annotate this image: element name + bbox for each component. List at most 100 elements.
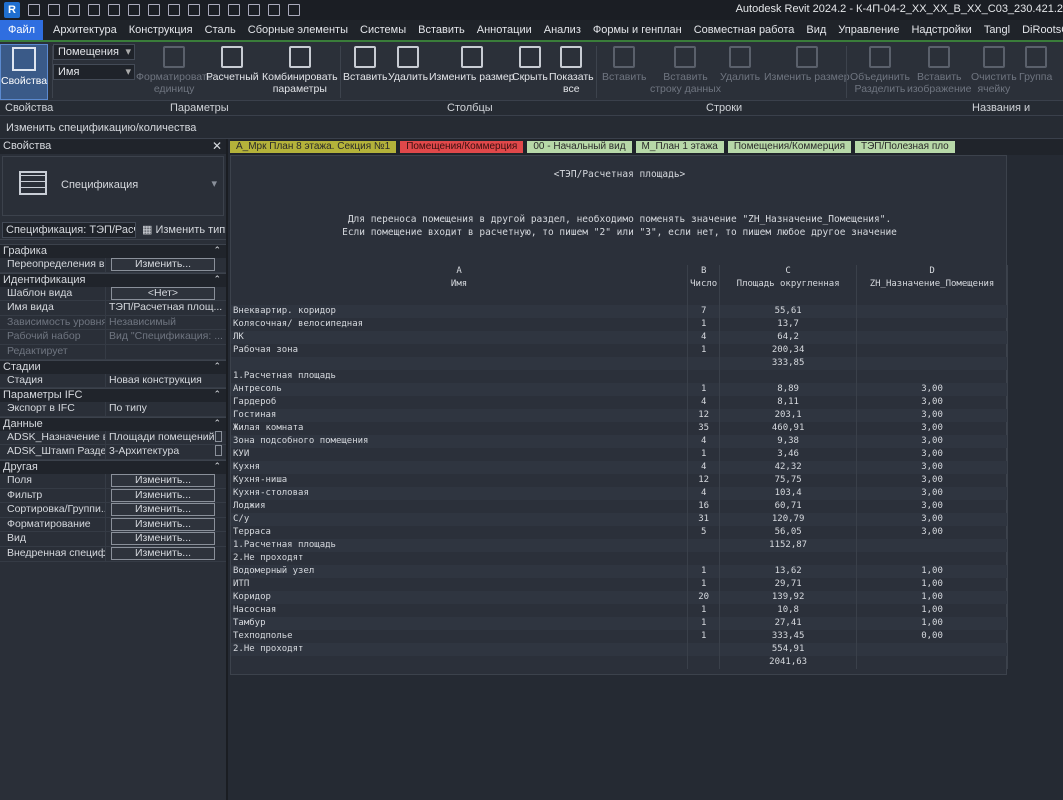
column-letter[interactable]: A xyxy=(231,265,689,278)
thin-lines-icon[interactable] xyxy=(268,4,280,16)
property-category[interactable]: Графика ⌃ xyxy=(0,244,226,258)
ribbon-button-7[interactable]: Показать все xyxy=(549,44,594,95)
table-cell[interactable] xyxy=(856,539,1008,552)
table-cell[interactable] xyxy=(687,357,721,370)
open-folder-icon[interactable] xyxy=(48,4,60,16)
property-category[interactable]: Данные ⌃ xyxy=(0,416,226,431)
schedule-note-2[interactable]: Если помещение входит в расчетную, то пи… xyxy=(231,227,1008,238)
tab-0[interactable]: Файл xyxy=(0,20,44,40)
table-cell[interactable]: С/у xyxy=(231,513,689,526)
switch-windows-icon[interactable] xyxy=(288,4,300,16)
table-cell[interactable]: Антресоль xyxy=(231,383,689,396)
view-tab[interactable]: М_План 1 этажа xyxy=(635,141,724,153)
view-tab[interactable]: A_Мрк План 8 этажа. Секция №1 xyxy=(230,141,397,153)
table-cell[interactable]: Водомерный узел xyxy=(231,565,689,578)
table-cell[interactable] xyxy=(719,552,858,565)
table-cell[interactable]: ИТП xyxy=(231,578,689,591)
redo-icon[interactable] xyxy=(128,4,140,16)
table-cell[interactable]: Терраса xyxy=(231,526,689,539)
view-tab[interactable]: Помещения/Коммерция xyxy=(727,141,851,153)
table-cell[interactable] xyxy=(687,539,721,552)
instance-dropdown[interactable]: Спецификация: ТЭП/Расче xyxy=(2,222,136,238)
table-cell[interactable]: 139,92 xyxy=(719,591,858,604)
table-cell[interactable]: 3,00 xyxy=(856,435,1008,448)
home-3d-icon[interactable] xyxy=(228,4,240,16)
property-value[interactable]: Изменить... xyxy=(105,488,226,503)
property-value[interactable]: По типу xyxy=(105,402,226,416)
table-cell[interactable]: 31 xyxy=(687,513,721,526)
column-letter[interactable]: D xyxy=(856,265,1008,278)
table-cell[interactable]: Рабочая зона xyxy=(231,344,689,357)
table-cell[interactable] xyxy=(687,656,721,669)
schedule-title[interactable]: <ТЭП/Расчетная площадь> xyxy=(231,169,1008,180)
table-cell[interactable]: 333,45 xyxy=(719,630,858,643)
tab-3[interactable]: Сталь xyxy=(199,20,242,40)
table-cell[interactable]: 460,91 xyxy=(719,422,858,435)
table-cell[interactable]: 3,00 xyxy=(856,409,1008,422)
tab-12[interactable]: Управление xyxy=(832,20,905,40)
undo-icon[interactable] xyxy=(108,4,120,16)
table-cell[interactable]: 5 xyxy=(687,526,721,539)
table-cell[interactable]: 3,00 xyxy=(856,461,1008,474)
property-value[interactable]: Изменить... xyxy=(105,532,226,546)
tab-4[interactable]: Сборные элементы xyxy=(242,20,354,40)
table-cell[interactable]: 103,4 xyxy=(719,487,858,500)
table-cell[interactable]: Лоджия xyxy=(231,500,689,513)
close-icon[interactable]: ✕ xyxy=(212,139,222,153)
edit-button[interactable]: Изменить... xyxy=(111,503,215,517)
print-icon[interactable] xyxy=(148,4,160,16)
table-cell[interactable]: Колясочная/ велосипедная xyxy=(231,318,689,331)
table-cell[interactable]: 1 xyxy=(687,344,721,357)
table-cell[interactable] xyxy=(687,370,721,383)
table-cell[interactable]: 120,79 xyxy=(719,513,858,526)
column-header[interactable]: Площадь округленная xyxy=(719,278,858,291)
edit-button[interactable]: Изменить... xyxy=(111,473,215,487)
dimension-icon[interactable] xyxy=(188,4,200,16)
table-cell[interactable]: 29,71 xyxy=(719,578,858,591)
browse-icon[interactable] xyxy=(215,430,222,442)
type-selector[interactable]: Спецификация ▾ xyxy=(2,156,224,216)
table-cell[interactable]: 2.Не проходят xyxy=(231,552,689,565)
open-icon[interactable] xyxy=(28,4,40,16)
table-cell[interactable]: Гардероб xyxy=(231,396,689,409)
table-cell[interactable] xyxy=(856,318,1008,331)
table-cell[interactable]: 3,00 xyxy=(856,448,1008,461)
property-value[interactable]: Изменить... xyxy=(105,473,226,488)
table-cell[interactable]: 554,91 xyxy=(719,643,858,656)
property-value[interactable]: Площади помещений xyxy=(105,430,226,445)
table-cell[interactable] xyxy=(687,643,721,656)
tab-8[interactable]: Анализ xyxy=(538,20,587,40)
table-cell[interactable]: 4 xyxy=(687,331,721,344)
section-icon[interactable] xyxy=(248,4,260,16)
table-cell[interactable]: 16 xyxy=(687,500,721,513)
property-value[interactable]: Изменить... xyxy=(105,517,226,532)
tab-13[interactable]: Надстройки xyxy=(905,20,977,40)
collapse-icon[interactable]: ⌃ xyxy=(213,389,221,400)
collapse-icon[interactable]: ⌃ xyxy=(213,461,221,472)
schedule-note-1[interactable]: Для переноса помещения в другой раздел, … xyxy=(231,214,1008,225)
table-cell[interactable]: ЛК xyxy=(231,331,689,344)
table-cell[interactable]: 4 xyxy=(687,461,721,474)
table-cell[interactable]: Тамбур xyxy=(231,617,689,630)
table-cell[interactable]: Коридор xyxy=(231,591,689,604)
field-dropdown[interactable]: Имя xyxy=(53,64,135,80)
tab-9[interactable]: Формы и генплан xyxy=(587,20,688,40)
table-cell[interactable]: 200,34 xyxy=(719,344,858,357)
tab-7[interactable]: Аннотации xyxy=(471,20,538,40)
table-cell[interactable] xyxy=(231,656,689,669)
table-cell[interactable]: 1 xyxy=(687,448,721,461)
table-cell[interactable]: 3,00 xyxy=(856,487,1008,500)
table-cell[interactable]: 9,38 xyxy=(719,435,858,448)
table-cell[interactable]: 60,71 xyxy=(719,500,858,513)
table-cell[interactable] xyxy=(231,291,689,305)
tab-6[interactable]: Вставить xyxy=(412,20,471,40)
property-value[interactable]: <Нет> xyxy=(105,286,226,301)
table-cell[interactable]: 13,62 xyxy=(719,565,858,578)
table-cell[interactable] xyxy=(856,291,1008,305)
table-cell[interactable] xyxy=(231,357,689,370)
property-category[interactable]: Параметры IFC ⌃ xyxy=(0,388,226,403)
table-cell[interactable]: 64,2 xyxy=(719,331,858,344)
property-value[interactable]: ТЭП/Расчетная площ... xyxy=(105,301,226,315)
ribbon-button-2[interactable]: Комбинировать параметры xyxy=(262,44,338,95)
edit-button[interactable]: Изменить... xyxy=(111,546,215,560)
